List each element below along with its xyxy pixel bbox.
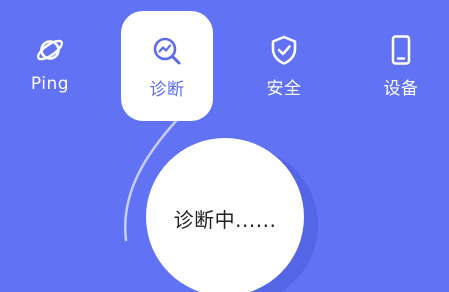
tab-diagnose[interactable]: 诊断	[121, 11, 213, 121]
tab-ping[interactable]: Ping	[10, 34, 90, 114]
planet-icon	[36, 39, 64, 61]
status-text: 诊断中......	[173, 207, 277, 232]
tab-security[interactable]: 安全	[244, 34, 324, 114]
diagnose-status-circle: 诊断中......	[146, 138, 304, 292]
tab-security-label: 安全	[266, 79, 302, 99]
tab-ping-label: Ping	[30, 74, 70, 94]
tab-device-label: 设备	[383, 79, 419, 99]
tab-device[interactable]: 设备	[361, 34, 441, 114]
diagnose-search-icon	[153, 37, 181, 65]
tab-diagnose-label: 诊断	[149, 80, 185, 100]
phone-icon	[391, 35, 411, 65]
shield-check-icon	[271, 35, 297, 65]
app-screen: Ping 诊断 安全 设备 诊断中......	[0, 0, 449, 292]
